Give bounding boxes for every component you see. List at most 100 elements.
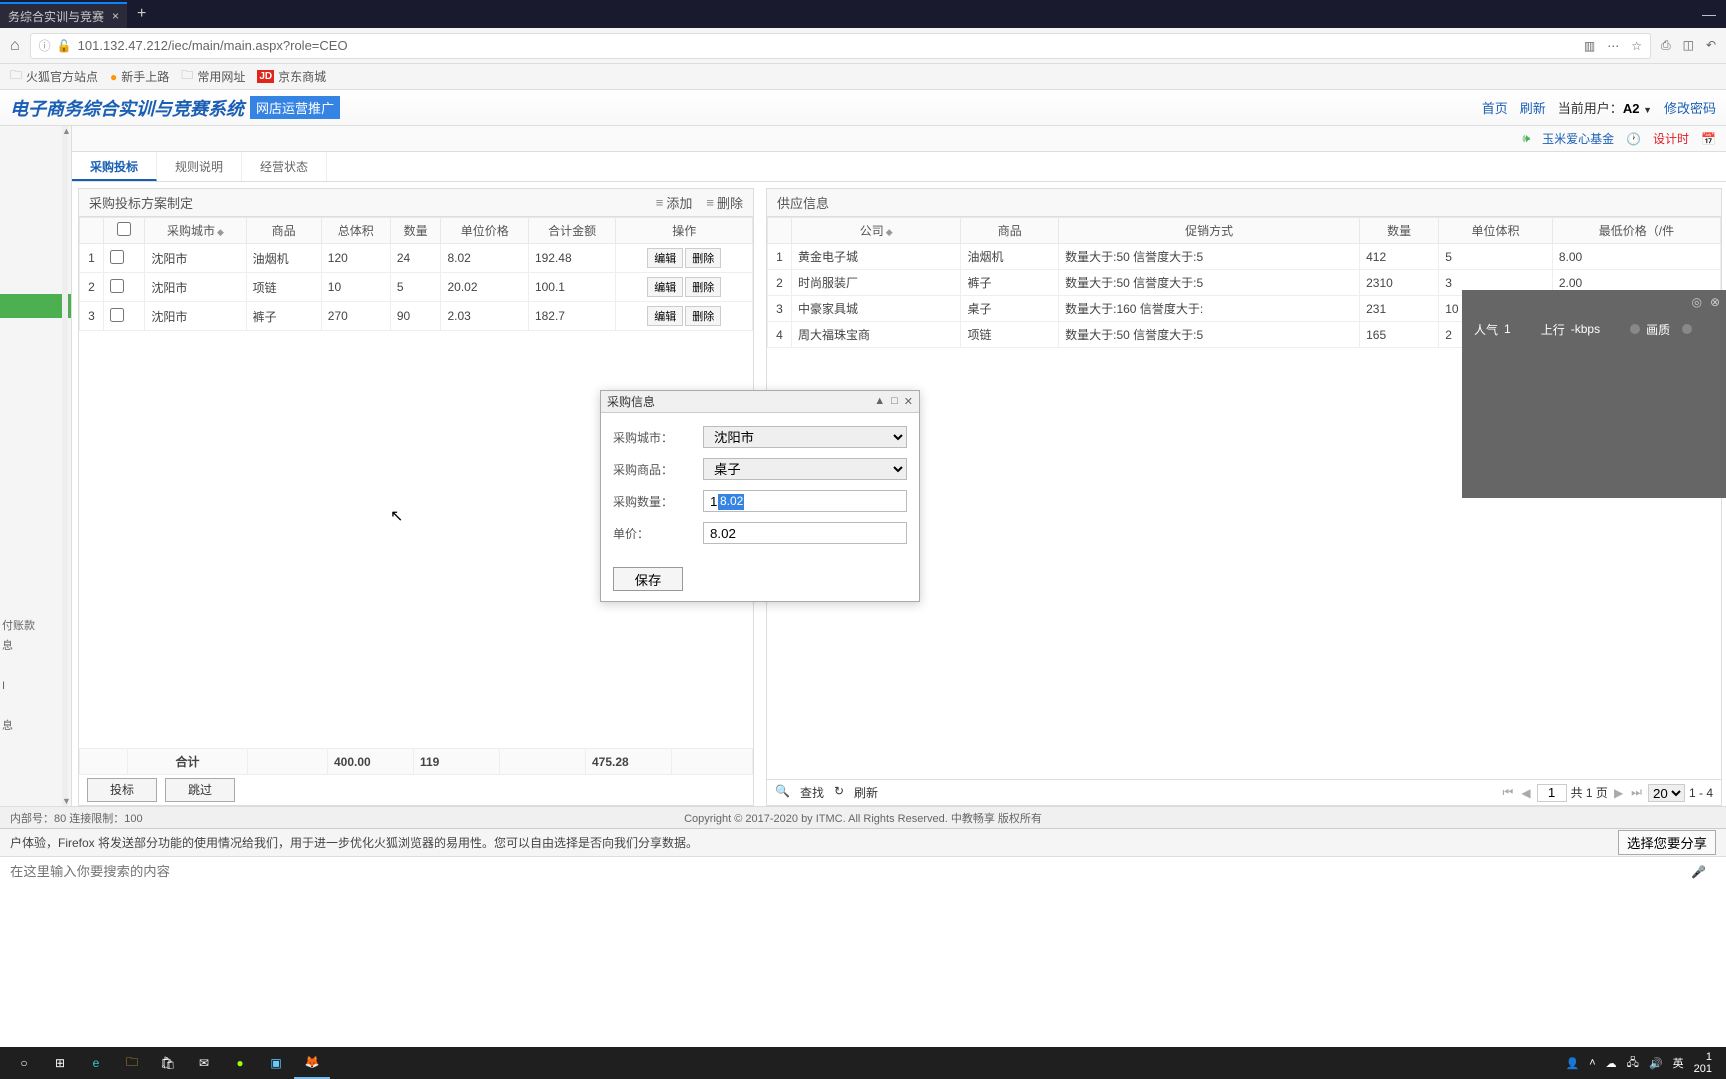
select-all-checkbox[interactable] — [117, 222, 131, 236]
scroll-down-icon[interactable]: ▼ — [62, 796, 71, 806]
page-next-icon[interactable]: ▶ — [1612, 786, 1625, 800]
search-icon[interactable]: 🔍 — [775, 784, 790, 801]
dialog-header[interactable]: 采购信息 ▲ □ ✕ — [601, 391, 919, 413]
notice-choose-button[interactable]: 选择您要分享 — [1618, 830, 1716, 855]
sort-icon[interactable]: ◆ — [217, 227, 224, 237]
people-icon[interactable]: 👤 — [1566, 1057, 1580, 1070]
bookmark-star-icon[interactable]: ☆ — [1631, 39, 1642, 53]
url-input[interactable] — [78, 38, 1584, 53]
new-tab-button[interactable]: + — [137, 5, 146, 23]
bookmark-item[interactable]: JD京东商城 — [257, 68, 326, 85]
sidebar: 付账款 息 I 息 ▲ ▼ — [0, 126, 72, 806]
app-icon[interactable]: ▣ — [258, 1047, 294, 1079]
dialog-maximize-icon[interactable]: □ — [891, 395, 898, 408]
info-icon[interactable]: ⓘ — [39, 37, 51, 54]
edit-button[interactable]: 编辑 — [647, 248, 683, 268]
table-row[interactable]: 3 沈阳市裤子270902.03182.7 编辑删除 — [80, 302, 753, 331]
tray-chevron-icon[interactable]: ˄ — [1589, 1057, 1595, 1069]
city-select[interactable]: 沈阳市 — [703, 426, 907, 448]
scroll-up-icon[interactable]: ▲ — [62, 126, 68, 136]
table-row[interactable]: 1 沈阳市油烟机120248.02192.48 编辑删除 — [80, 244, 753, 273]
add-button[interactable]: ≡添加 — [656, 193, 693, 212]
sound-icon[interactable]: 🕪 — [1523, 131, 1531, 146]
nav-home[interactable]: 首页 — [1482, 98, 1508, 117]
system-tray: 👤 ˄ ☁ 🖧 🔊 英 1201 — [1566, 1051, 1720, 1075]
delete-button[interactable]: ≡删除 — [706, 193, 743, 212]
dialog-close-icon[interactable]: ✕ — [904, 395, 913, 408]
table-row[interactable]: 2 沈阳市项链10520.02100.1 编辑删除 — [80, 273, 753, 302]
current-user-label: 当前用户：A2 ▼ — [1558, 98, 1652, 117]
windows-search-bar[interactable]: 🎤 — [0, 856, 1726, 886]
product-select[interactable]: 桌子 — [703, 458, 907, 480]
library-icon[interactable]: ⎙ — [1661, 38, 1671, 53]
mail-icon[interactable]: ✉ — [186, 1047, 222, 1079]
explorer-icon[interactable]: 🗀 — [114, 1047, 150, 1079]
find-link[interactable]: 查找 — [800, 784, 824, 801]
home-icon[interactable]: ⌂ — [10, 37, 20, 55]
bookmark-item[interactable]: 🗀火狐官方站点 — [10, 66, 98, 87]
sidebar-toggle-icon[interactable]: ◫ — [1683, 38, 1694, 53]
refresh-icon[interactable]: ↻ — [834, 784, 844, 801]
table-row[interactable]: 1黄金电子城油烟机数量大于:50 信誉度大于:541258.00 — [768, 244, 1721, 270]
change-password-link[interactable]: 修改密码 — [1664, 98, 1716, 117]
row-checkbox[interactable] — [110, 250, 124, 264]
browser-tab-bar: 务综合实训与竞赛 × + — — [0, 0, 1726, 28]
close-icon[interactable]: × — [112, 9, 119, 23]
page-last-icon[interactable]: ⏭ — [1629, 785, 1644, 800]
fund-link[interactable]: 玉米爱心基金 — [1542, 130, 1614, 147]
bookmark-item[interactable]: ●新手上路 — [110, 68, 169, 85]
chevron-down-icon[interactable]: ▼ — [1643, 105, 1652, 115]
sidebar-scrollbar[interactable]: ▲ ▼ — [62, 126, 68, 806]
menu-icon[interactable]: ⋯ — [1607, 39, 1619, 53]
search-input[interactable] — [10, 864, 1691, 879]
tab-status[interactable]: 经营状态 — [242, 152, 327, 181]
save-button[interactable]: 保存 — [613, 567, 683, 591]
page-first-icon[interactable]: ⏮ — [1501, 785, 1516, 800]
bookmark-item[interactable]: 🗀常用网址 — [181, 66, 245, 87]
dialog-collapse-icon[interactable]: ▲ — [874, 395, 885, 408]
store-icon[interactable]: 🛍 — [150, 1047, 186, 1079]
window-minimize-icon[interactable]: — — [1702, 6, 1726, 22]
mic-icon[interactable]: 🎤 — [1691, 865, 1706, 879]
firefox-taskbar-icon[interactable]: 🦊 — [294, 1047, 330, 1079]
context-toolbar: 🕪 玉米爱心基金 🕐 设计时 📅 — [72, 126, 1726, 152]
row-checkbox[interactable] — [110, 279, 124, 293]
edit-button[interactable]: 编辑 — [647, 277, 683, 297]
price-input[interactable] — [703, 522, 907, 544]
bid-button[interactable]: 投标 — [87, 778, 157, 802]
uplink-label: 上行 — [1541, 321, 1565, 338]
browser-tab[interactable]: 务综合实训与竞赛 × — [0, 2, 127, 28]
row-checkbox[interactable] — [110, 308, 124, 322]
overlay-close-icon[interactable]: ⊗ — [1710, 295, 1720, 309]
sidebar-active-item[interactable] — [0, 294, 71, 318]
row-delete-button[interactable]: 删除 — [685, 248, 721, 268]
row-delete-button[interactable]: 删除 — [685, 277, 721, 297]
sort-icon[interactable]: ◆ — [886, 227, 893, 237]
stream-overlay[interactable]: ◎ ⊗ 人气 1 上行 -kbps 画质 — [1462, 290, 1726, 498]
refresh-link[interactable]: 刷新 — [854, 784, 878, 801]
clock[interactable]: 1201 — [1694, 1051, 1712, 1075]
edge-icon[interactable]: e — [78, 1047, 114, 1079]
row-delete-button[interactable]: 删除 — [685, 306, 721, 326]
ime-indicator[interactable]: 英 — [1673, 1055, 1684, 1071]
volume-icon[interactable]: 🔊 — [1649, 1057, 1663, 1070]
cloud-icon[interactable]: ☁ — [1606, 1057, 1617, 1070]
url-box[interactable]: ⓘ 🔓 ▥ ⋯ ☆ — [30, 33, 1651, 59]
cortana-icon[interactable]: ○ — [6, 1047, 42, 1079]
page-size-select[interactable]: 20 — [1648, 784, 1685, 802]
nav-refresh[interactable]: 刷新 — [1520, 98, 1546, 117]
taskview-icon[interactable]: ⊞ — [42, 1047, 78, 1079]
skip-button[interactable]: 跳过 — [165, 778, 235, 802]
lock-icon[interactable]: 🔓 — [57, 39, 72, 53]
overlay-eye-icon[interactable]: ◎ — [1691, 295, 1701, 309]
network-icon[interactable]: 🖧 — [1627, 1054, 1639, 1073]
tab-rules[interactable]: 规则说明 — [157, 152, 242, 181]
calendar-icon[interactable]: 📅 — [1701, 132, 1716, 146]
reader-icon[interactable]: ▥ — [1584, 39, 1595, 53]
app-icon[interactable]: ● — [222, 1047, 258, 1079]
edit-button[interactable]: 编辑 — [647, 306, 683, 326]
page-input[interactable] — [1537, 784, 1567, 802]
tab-purchase-bid[interactable]: 采购投标 — [72, 152, 157, 181]
back-icon[interactable]: ↶ — [1706, 38, 1716, 53]
page-prev-icon[interactable]: ◀ — [1519, 786, 1532, 800]
